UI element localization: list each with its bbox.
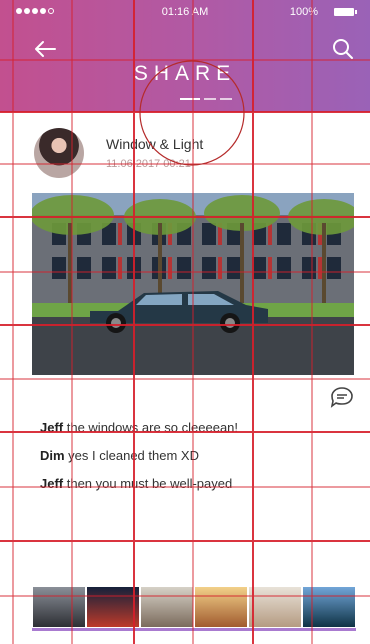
comment-author[interactable]: Jeff [40, 420, 63, 435]
comments-list: Jeff the windows are so cleeeean! Dim ye… [40, 414, 238, 498]
gallery-thumb[interactable] [195, 587, 247, 627]
comment-item: Jeff then you must be well-payed [40, 470, 238, 498]
battery-percentage: 100% [289, 6, 318, 18]
comment-item: Dim yes I cleaned them XD [40, 442, 238, 470]
comment-item: Jeff the windows are so cleeeean! [40, 414, 238, 442]
gallery-thumb[interactable] [249, 587, 301, 627]
gallery-thumb[interactable] [303, 587, 355, 627]
comment-text: then you must be well-payed [63, 476, 233, 491]
gallery-underline [32, 628, 356, 631]
gallery-strip [33, 587, 355, 627]
comment-text: yes I cleaned them XD [64, 448, 199, 463]
avatar[interactable] [34, 128, 84, 178]
arrow-left-icon[interactable] [34, 40, 56, 58]
status-bar: 01:16 AM 100% [0, 0, 370, 22]
page-indicator [180, 98, 232, 100]
header-bar: 01:16 AM 100% SHARE [0, 0, 370, 112]
gallery-thumb[interactable] [141, 587, 193, 627]
comment-bubble-icon[interactable] [330, 386, 354, 408]
post-photo[interactable] [32, 193, 354, 375]
gallery-thumb[interactable] [33, 587, 85, 627]
comment-text: the windows are so cleeeean! [63, 420, 239, 435]
post-date: 11.06.2017 00:21 [106, 158, 191, 170]
post-title: Window & Light [106, 136, 204, 152]
gallery-thumb[interactable] [87, 587, 139, 627]
comment-author[interactable]: Jeff [40, 476, 63, 491]
comment-author[interactable]: Dim [40, 448, 65, 463]
page-title: SHARE [133, 62, 237, 85]
battery-icon [334, 8, 357, 16]
search-icon[interactable] [332, 38, 354, 60]
